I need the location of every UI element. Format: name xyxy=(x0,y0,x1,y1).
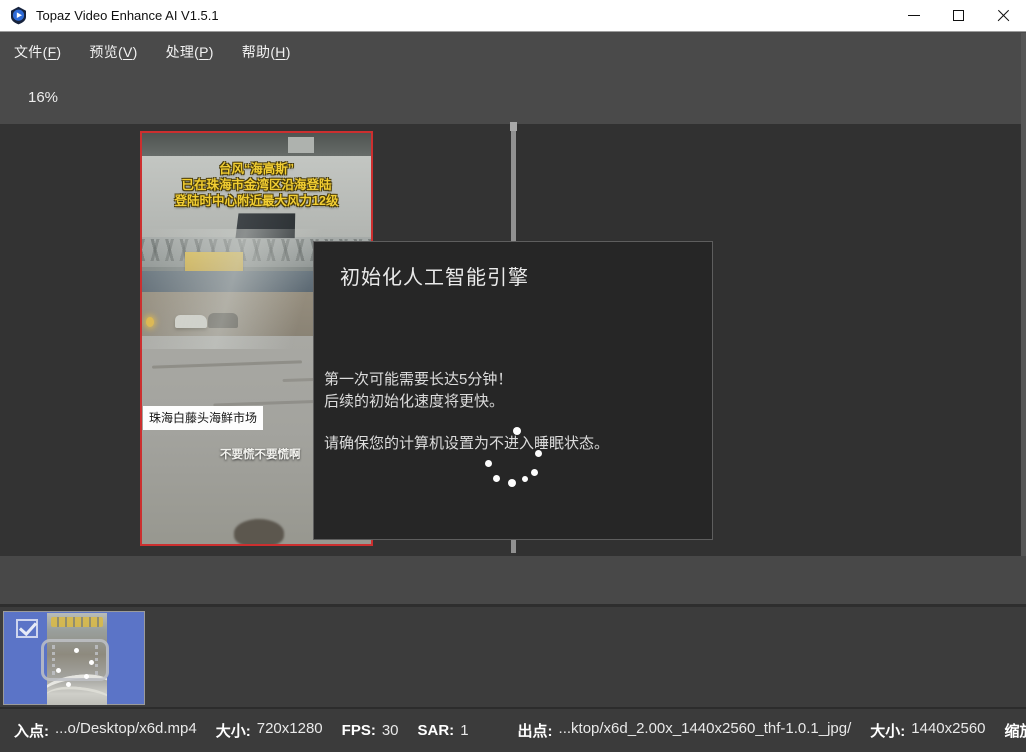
maximize-icon xyxy=(953,10,964,21)
video-canopy xyxy=(142,133,371,156)
status-fps: FPS:30 xyxy=(342,722,399,739)
title-bar: Topaz Video Enhance AI V1.5.1 xyxy=(0,0,1026,32)
video-location-label: 珠海白藤头海鲜市场 xyxy=(143,406,263,430)
zoom-level-value: 16% xyxy=(28,89,58,106)
dialog-body: 第一次可能需要长达5分钟！ 后续的初始化速度将更快。 请确保您的计算机设置为不进… xyxy=(324,369,609,455)
close-icon xyxy=(997,9,1010,22)
maximize-button[interactable] xyxy=(936,0,981,31)
status-input-size: 大小:720x1280 xyxy=(216,720,323,741)
video-queue-strip xyxy=(0,604,1026,707)
status-output-size: 大小:1440x2560 xyxy=(870,720,985,741)
menu-file[interactable]: 文件(F) xyxy=(14,42,61,62)
compare-divider-handle[interactable] xyxy=(510,122,517,131)
status-out-point: 出点:...ktop/x6d_2.00x_1440x2560_thf-1.0.1… xyxy=(518,720,852,741)
video-queue-item[interactable] xyxy=(3,611,145,705)
init-engine-dialog: 初始化人工智能引擎 第一次可能需要长达5分钟！ 后续的初始化速度将更快。 请确保… xyxy=(313,241,713,540)
video-sub-caption: 不要慌不要慌啊 xyxy=(220,446,301,462)
menu-help[interactable]: 帮助(H) xyxy=(242,42,291,62)
dialog-title: 初始化人工智能引擎 xyxy=(340,261,529,290)
preview-area: 台风“海高斯” 已在珠海市金湾区沿海登陆 登陆时中心附近最大风力12级 珠海白藤… xyxy=(0,124,1026,556)
window-title: Topaz Video Enhance AI V1.5.1 xyxy=(36,8,219,23)
video-selected-checkbox[interactable] xyxy=(16,619,38,638)
status-in-point: 入点:...o/Desktop/x6d.mp4 xyxy=(14,720,197,741)
window-controls xyxy=(891,0,1026,31)
status-sar: SAR:1 xyxy=(418,722,469,739)
bottom-toolbar: 计算 ETA... xyxy=(0,556,1026,604)
status-scale: 缩放:200% xyxy=(1005,720,1026,741)
video-clip-icon xyxy=(41,639,109,681)
app-window: Topaz Video Enhance AI V1.5.1 文件(F) 预览(V… xyxy=(0,0,1026,752)
menu-process[interactable]: 处理(P) xyxy=(166,42,214,62)
video-news-caption: 台风“海高斯” 已在珠海市金湾区沿海登陆 登陆时中心附近最大风力12级 xyxy=(142,161,371,209)
menu-bar: 文件(F) 预览(V) 处理(P) 帮助(H) xyxy=(0,32,1026,72)
app-logo-icon xyxy=(9,6,28,25)
minimize-button[interactable] xyxy=(891,0,936,31)
minimize-icon xyxy=(908,15,920,16)
close-button[interactable] xyxy=(981,0,1026,31)
status-bar: 入点:...o/Desktop/x6d.mp4 大小:720x1280 FPS:… xyxy=(0,707,1026,752)
playback-toolbar: 16% / 357 [ : ] xyxy=(0,72,1026,124)
menu-preview[interactable]: 预览(V) xyxy=(89,42,137,62)
